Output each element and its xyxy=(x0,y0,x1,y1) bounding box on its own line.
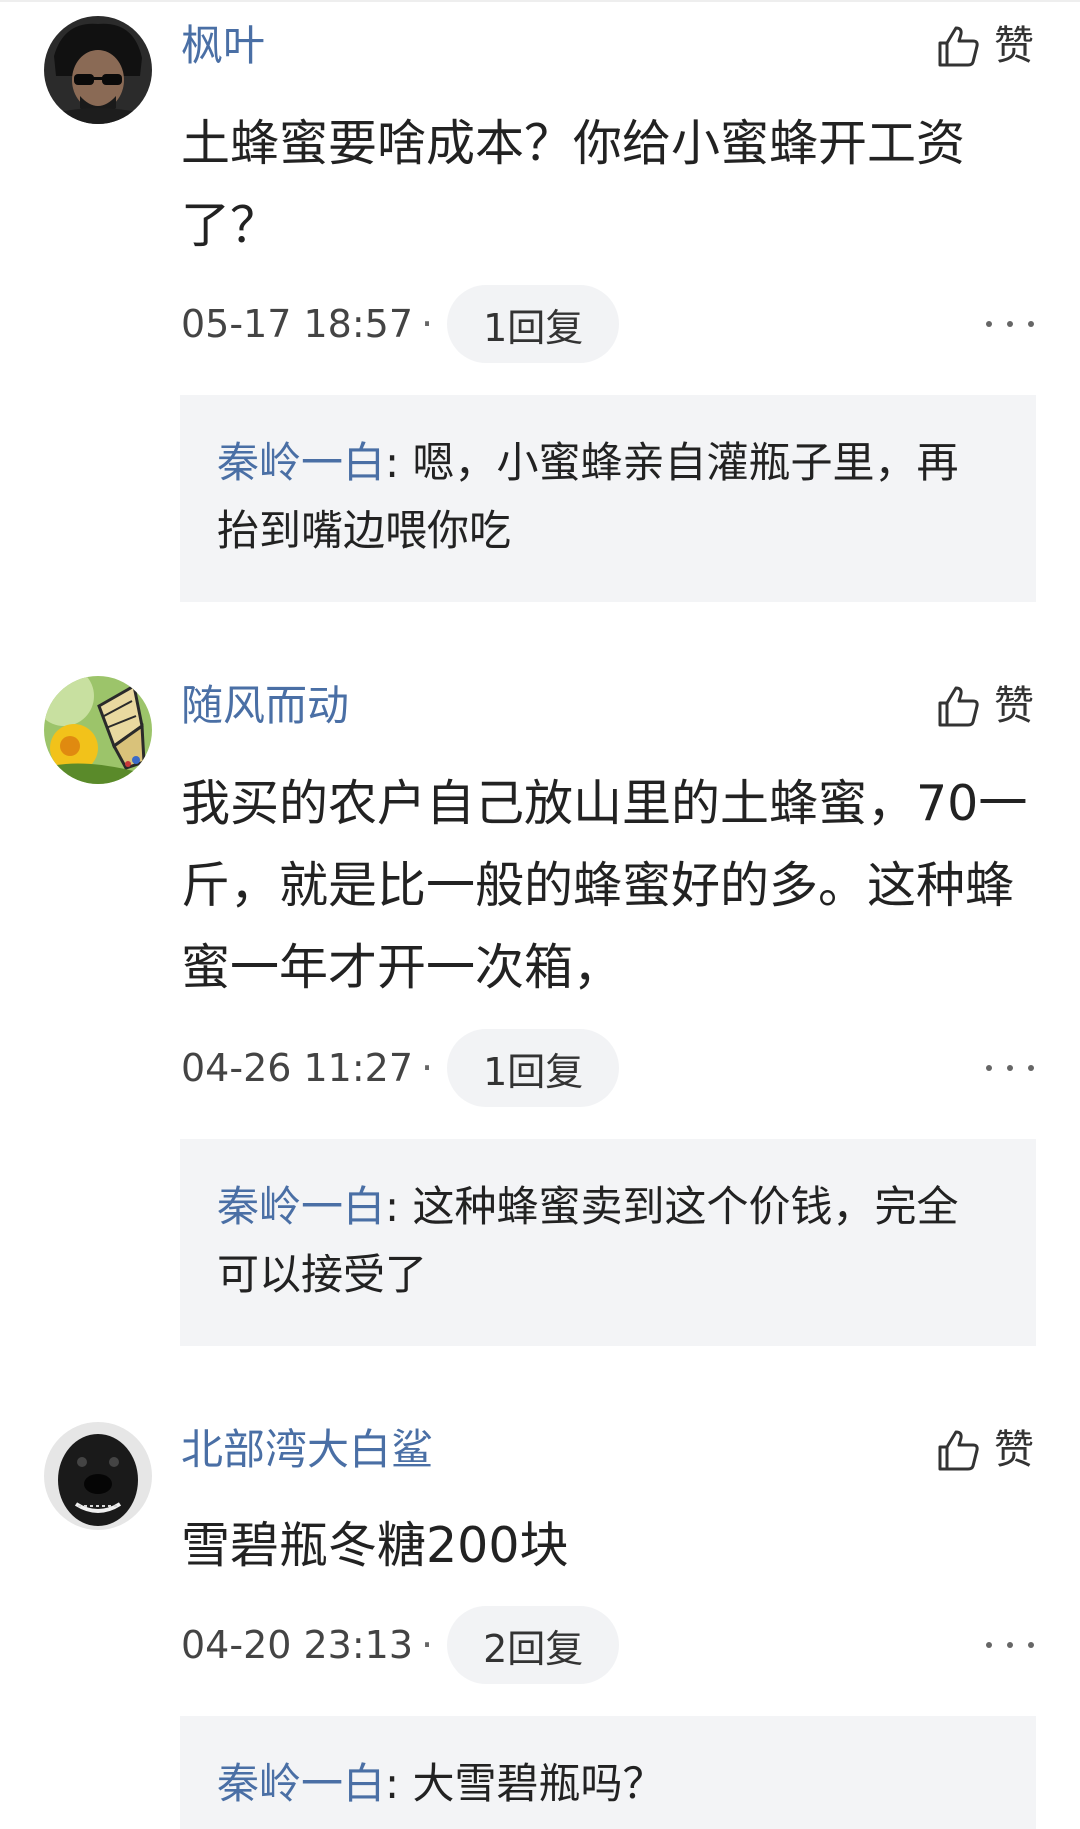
reply-author[interactable]: 秦岭一白 xyxy=(217,1182,385,1231)
avatar[interactable] xyxy=(44,16,152,124)
avatar[interactable] xyxy=(44,676,152,784)
more-dot xyxy=(986,1065,992,1071)
like-label: 赞 xyxy=(994,683,1034,729)
more-options-button[interactable] xyxy=(986,1606,1034,1684)
like-button[interactable]: 赞 xyxy=(934,1422,1034,1478)
more-dot xyxy=(1028,1642,1034,1648)
comment-text: 土蜂蜜要啥成本？你给小蜜蜂开工资了？ xyxy=(181,115,966,254)
reply-count-button[interactable]: 1回复 xyxy=(447,1029,620,1107)
top-divider xyxy=(0,0,1080,2)
more-dot xyxy=(1007,1642,1013,1648)
separator-dot: · xyxy=(421,1046,434,1090)
like-label: 赞 xyxy=(994,23,1034,69)
username[interactable]: 枫叶 xyxy=(181,18,265,74)
thumbs-up-icon xyxy=(938,26,979,67)
comment-meta: 05-17 18:57 · 1回复 xyxy=(181,285,620,363)
comment-meta: 04-26 11:27 · 1回复 xyxy=(181,1029,620,1107)
comment-text: 雪碧瓶冬糖200块 xyxy=(181,1517,569,1574)
avatar[interactable] xyxy=(44,1422,152,1530)
reply-count-button[interactable]: 2回复 xyxy=(447,1606,620,1684)
avatar-image xyxy=(44,1422,152,1530)
thumbs-up-icon xyxy=(938,1430,979,1471)
timestamp: 04-20 23:13 xyxy=(181,1623,414,1667)
reply-author[interactable]: 秦岭一白 xyxy=(217,1759,385,1808)
avatar-image xyxy=(44,676,152,784)
timestamp: 04-26 11:27 xyxy=(181,1046,414,1090)
more-dot xyxy=(986,321,992,327)
reply-author[interactable]: 秦岭一白 xyxy=(217,438,385,487)
timestamp: 05-17 18:57 xyxy=(181,302,414,346)
more-dot xyxy=(986,1642,992,1648)
separator-dot: · xyxy=(421,1623,434,1667)
thumbs-up-icon xyxy=(938,686,979,727)
more-dot xyxy=(1028,321,1034,327)
more-options-button[interactable] xyxy=(986,285,1034,363)
username[interactable]: 随风而动 xyxy=(181,678,349,734)
username[interactable]: 北部湾大白鲨 xyxy=(181,1422,433,1478)
like-label: 赞 xyxy=(994,1427,1034,1473)
more-dot xyxy=(1007,1065,1013,1071)
like-button[interactable]: 赞 xyxy=(934,678,1034,734)
reply-preview[interactable]: 秦岭一白: 这种蜂蜜卖到这个价钱，完全可以接受了 xyxy=(180,1139,1036,1346)
comment-text: 我买的农户自己放山里的土蜂蜜，70一斤，就是比一般的蜂蜜好的多。这种蜂蜜一年才开… xyxy=(181,775,1028,996)
reply-preview[interactable]: 秦岭一白: 嗯，小蜜蜂亲自灌瓶子里，再抬到嘴边喂你吃 xyxy=(180,395,1036,602)
reply-count-button[interactable]: 1回复 xyxy=(447,285,620,363)
more-dot xyxy=(1007,321,1013,327)
more-options-button[interactable] xyxy=(986,1029,1034,1107)
more-dot xyxy=(1028,1065,1034,1071)
avatar-image xyxy=(44,16,152,124)
like-button[interactable]: 赞 xyxy=(934,18,1034,74)
comment-meta: 04-20 23:13 · 2回复 xyxy=(181,1606,620,1684)
reply-preview[interactable]: 秦岭一白: 大雪碧瓶吗？ xyxy=(180,1716,1036,1829)
separator-dot: · xyxy=(421,302,434,346)
reply-text: : 大雪碧瓶吗？ xyxy=(385,1759,665,1808)
